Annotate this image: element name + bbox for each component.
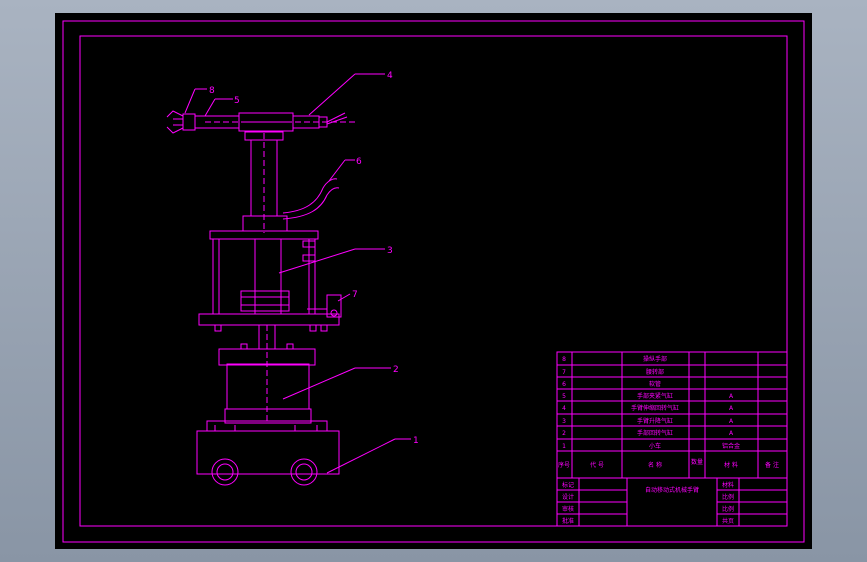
- parts-list-text: 8 操纵手部 7 腰转部 6 软管 5 手部夹紧气缸 A 4 手臂伸缩回转气缸 A 3 手臂升降气缸 A 2 手…: [558, 355, 779, 469]
- title-right-label: 共页: [722, 517, 734, 525]
- parts-row-name: 手部夹紧气缸: [637, 392, 673, 400]
- parts-row-no: 5: [562, 393, 566, 400]
- callout-1: 1: [413, 436, 419, 446]
- parts-row-name: 小车: [649, 442, 661, 450]
- callout-5: 5: [234, 96, 240, 106]
- parts-row-no: 8: [562, 356, 566, 363]
- gripper: [166, 110, 184, 134]
- parts-row-material: A: [729, 405, 734, 412]
- title-block-grid: [556, 477, 788, 527]
- callout-6: 6: [356, 157, 362, 167]
- cart: [196, 420, 340, 486]
- parts-row-name: 手臂伸缩回转气缸: [631, 404, 679, 412]
- drawing-title: 自动移动式机械手臂: [645, 486, 699, 494]
- callout-7: 7: [352, 290, 358, 300]
- header-qty: 数量: [691, 458, 703, 466]
- parts-row-no: 3: [562, 418, 566, 425]
- rotation-cylinder: [218, 325, 316, 424]
- title-left-label: 设计: [562, 493, 574, 501]
- title-right-label: 比例: [722, 505, 734, 513]
- callout-8: 8: [209, 86, 215, 96]
- hoses: [282, 178, 340, 220]
- parts-row-no: 4: [562, 405, 566, 412]
- parts-row-material: 铝合金: [722, 442, 740, 450]
- cad-viewport[interactable]: 1 2 3 4 5 6 7 8 8 操纵手部 7 腰转部 6 软管 5 手部夹紧气缸 A 4 手臂伸缩回转气缸 A 3…: [55, 13, 812, 549]
- header-material: 材 料: [724, 461, 738, 469]
- header-code: 代 号: [590, 461, 604, 469]
- assembly-drawing: 1 2 3 4 5 6 7 8 8 操纵手部 7 腰转部 6 软管 5 手部夹紧气缸 A 4 手臂伸缩回转气缸 A 3…: [62, 20, 805, 543]
- callout-3: 3: [387, 246, 393, 256]
- title-right-label: 比例: [722, 493, 734, 501]
- base-plate: [198, 313, 340, 326]
- arm: [182, 112, 355, 132]
- parts-row-name: 手部回转气缸: [637, 429, 673, 437]
- machine-assembly: [166, 73, 411, 486]
- title-right-label: 材料: [722, 481, 734, 489]
- column: [244, 131, 284, 233]
- title-left-label: 标记: [562, 481, 574, 489]
- parts-row-name: 手臂升降气缸: [637, 417, 673, 425]
- parts-row-material: A: [729, 418, 734, 425]
- title-block-text: 标记设计审核批准材料比例比例共页自动移动式机械手臂: [562, 481, 734, 525]
- parts-row-material: A: [729, 393, 734, 400]
- header-no: 序号: [558, 461, 570, 469]
- parts-row-no: 7: [562, 369, 566, 376]
- callout-labels: 1 2 3 4 5 6 7 8: [209, 71, 419, 446]
- header-note: 备 注: [765, 461, 779, 469]
- title-left-label: 审核: [562, 505, 574, 513]
- parts-row-name: 软管: [649, 380, 661, 388]
- title-left-label: 批准: [562, 517, 574, 525]
- parts-row-no: 6: [562, 381, 566, 388]
- parts-row-no: 2: [562, 430, 566, 437]
- callout-2: 2: [393, 365, 399, 375]
- callout-4: 4: [387, 71, 393, 81]
- parts-row-material: A: [729, 430, 734, 437]
- parts-row-no: 1: [562, 443, 566, 450]
- header-name: 名 称: [648, 461, 662, 469]
- parts-row-name: 腰转部: [646, 368, 664, 376]
- parts-list-grid: [556, 351, 788, 479]
- parts-row-name: 操纵手部: [643, 355, 667, 363]
